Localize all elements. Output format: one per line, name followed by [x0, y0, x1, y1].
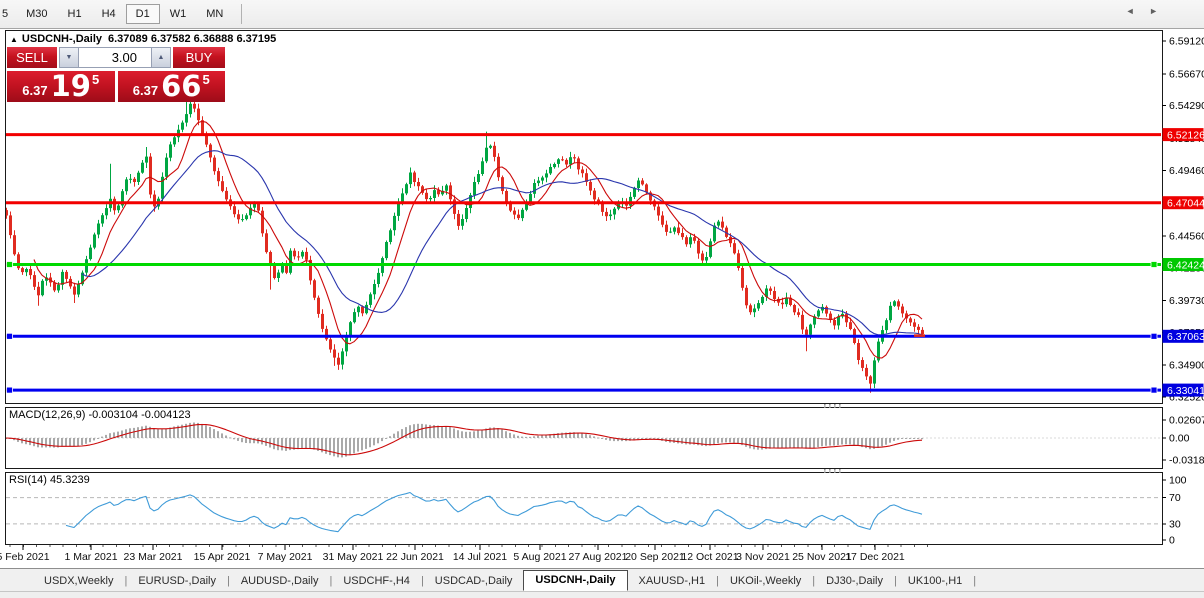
ask-price-sup: 5 [202, 72, 210, 87]
svg-text:22 Jun 2021: 22 Jun 2021 [386, 551, 444, 563]
timeframe-button-H4[interactable]: H4 [92, 4, 126, 24]
svg-text:17 Dec 2021: 17 Dec 2021 [845, 551, 905, 563]
svg-text:6.47044: 6.47044 [1167, 198, 1204, 210]
svg-text:6.52126: 6.52126 [1167, 129, 1204, 141]
svg-text:14 Jul 2021: 14 Jul 2021 [453, 551, 507, 563]
collapse-arrow-icon[interactable]: ▲ [10, 35, 18, 44]
volume-stepper: ▼ 3.00 ▲ [59, 47, 171, 68]
svg-text:6.42424: 6.42424 [1167, 259, 1204, 271]
timeframe-button-D1[interactable]: D1 [125, 4, 160, 24]
svg-text:12 Oct 2021: 12 Oct 2021 [681, 551, 738, 563]
svg-text:6.59120: 6.59120 [1169, 36, 1204, 48]
svg-text:6.49460: 6.49460 [1169, 165, 1204, 177]
macd-indicator-label: MACD(12,26,9) -0.003104 -0.004123 [9, 409, 191, 421]
svg-text:100: 100 [1169, 475, 1187, 487]
chart-tab-usdx-weekly[interactable]: USDX,Weekly [33, 571, 124, 591]
rsi-indicator-label: RSI(14) 45.3239 [9, 474, 90, 486]
svg-text:6.34900: 6.34900 [1169, 360, 1204, 372]
svg-text:70: 70 [1169, 492, 1181, 504]
svg-text:0.00: 0.00 [1169, 433, 1190, 445]
svg-text:3 Nov 2021: 3 Nov 2021 [736, 551, 790, 563]
volume-increase-button[interactable]: ▲ [151, 47, 171, 68]
svg-text:6.44560: 6.44560 [1169, 230, 1204, 242]
bid-price-prefix: 6.37 [22, 83, 48, 98]
timeframe-button-H1[interactable]: H1 [58, 4, 92, 24]
svg-text:5 Feb 2021: 5 Feb 2021 [0, 551, 50, 563]
svg-text:25 Nov 2021: 25 Nov 2021 [792, 551, 852, 563]
svg-text:27 Aug 2021: 27 Aug 2021 [569, 551, 628, 563]
sell-button[interactable]: SELL [7, 47, 57, 68]
chart-ohlc-values: 6.37089 6.37582 6.36888 6.37195 [108, 33, 277, 45]
one-click-trading-widget: SELL ▼ 3.00 ▲ BUY 6.37 19 5 6.37 66 5 [7, 47, 225, 102]
tab-scroll-arrows[interactable]: ◄ ► [1126, 6, 1164, 16]
svg-text:6.54290: 6.54290 [1169, 100, 1204, 112]
buy-button[interactable]: BUY [173, 47, 225, 68]
chart-tab-ukoil-weekly[interactable]: UKOil-,Weekly [719, 571, 812, 591]
timeframe-button-MN[interactable]: MN [196, 4, 233, 24]
chart-symbol-label: USDCNH-,Daily [21, 33, 102, 45]
chart-tab-bar: USDX,Weekly | EURUSD-,Daily | AUDUSD-,Daily |… [0, 568, 1204, 591]
ask-price-big: 66 [161, 69, 202, 103]
svg-text:23 Mar 2021: 23 Mar 2021 [124, 551, 183, 563]
svg-text:7 May 2021: 7 May 2021 [258, 551, 313, 563]
svg-text:0.02607: 0.02607 [1169, 415, 1204, 427]
chart-title: ▲ USDCNH-,Daily 6.37089 6.37582 6.36888 6.… [10, 33, 276, 45]
tab-separator: | [973, 575, 977, 587]
svg-text:0: 0 [1169, 535, 1175, 547]
chart-tab-audusd-daily[interactable]: AUDUSD-,Daily [230, 571, 330, 591]
svg-text:15 Apr 2021: 15 Apr 2021 [194, 551, 251, 563]
chart-tab-usdcad-daily[interactable]: USDCAD-,Daily [424, 571, 524, 591]
svg-text:6.33041: 6.33041 [1167, 385, 1204, 397]
svg-text:6.39730: 6.39730 [1169, 295, 1204, 307]
chart-tab-eurusd-daily[interactable]: EURUSD-,Daily [127, 571, 227, 591]
timeframe-button-M30[interactable]: M30 [16, 4, 57, 24]
ask-price-box[interactable]: 6.37 66 5 [117, 69, 225, 103]
svg-text:6.37063: 6.37063 [1167, 331, 1204, 343]
svg-text:5 Aug 2021: 5 Aug 2021 [513, 551, 566, 563]
svg-text:6.56670: 6.56670 [1169, 68, 1204, 80]
chart-tab-uk100-h1[interactable]: UK100-,H1 [897, 571, 973, 591]
timeframe-button-5[interactable]: 5 [0, 4, 16, 24]
bid-price-sup: 5 [91, 72, 100, 87]
chart-tab-usdcnh-daily[interactable]: USDCNH-,Daily [523, 570, 628, 591]
bid-price-box[interactable]: 6.37 19 5 [7, 71, 115, 102]
bid-price-big: 19 [50, 69, 91, 103]
chart-tab-xauusd-h1[interactable]: XAUUSD-,H1 [628, 571, 717, 591]
timeframe-toolbar: 5 M30 H1 H4 D1 W1 MN [0, 0, 1204, 29]
svg-text:20 Sep 2021: 20 Sep 2021 [625, 551, 685, 563]
chart-tab-dj30-daily[interactable]: DJ30-,Daily [815, 571, 894, 591]
toolbar-separator [241, 4, 243, 24]
terminal-window: 6.591206.566706.542906.518406.494606.470… [0, 0, 1204, 598]
ask-price-prefix: 6.37 [132, 83, 159, 98]
chart-tab-usdchf-h4[interactable]: USDCHF-,H4 [332, 571, 421, 591]
svg-text:31 May 2021: 31 May 2021 [323, 551, 384, 563]
svg-text:-0.03187: -0.03187 [1169, 455, 1204, 467]
volume-decrease-button[interactable]: ▼ [59, 47, 79, 68]
svg-text:30: 30 [1169, 518, 1181, 530]
volume-input[interactable]: 3.00 [79, 47, 151, 68]
timeframe-button-W1[interactable]: W1 [160, 4, 197, 24]
svg-text:1 Mar 2021: 1 Mar 2021 [64, 551, 117, 563]
